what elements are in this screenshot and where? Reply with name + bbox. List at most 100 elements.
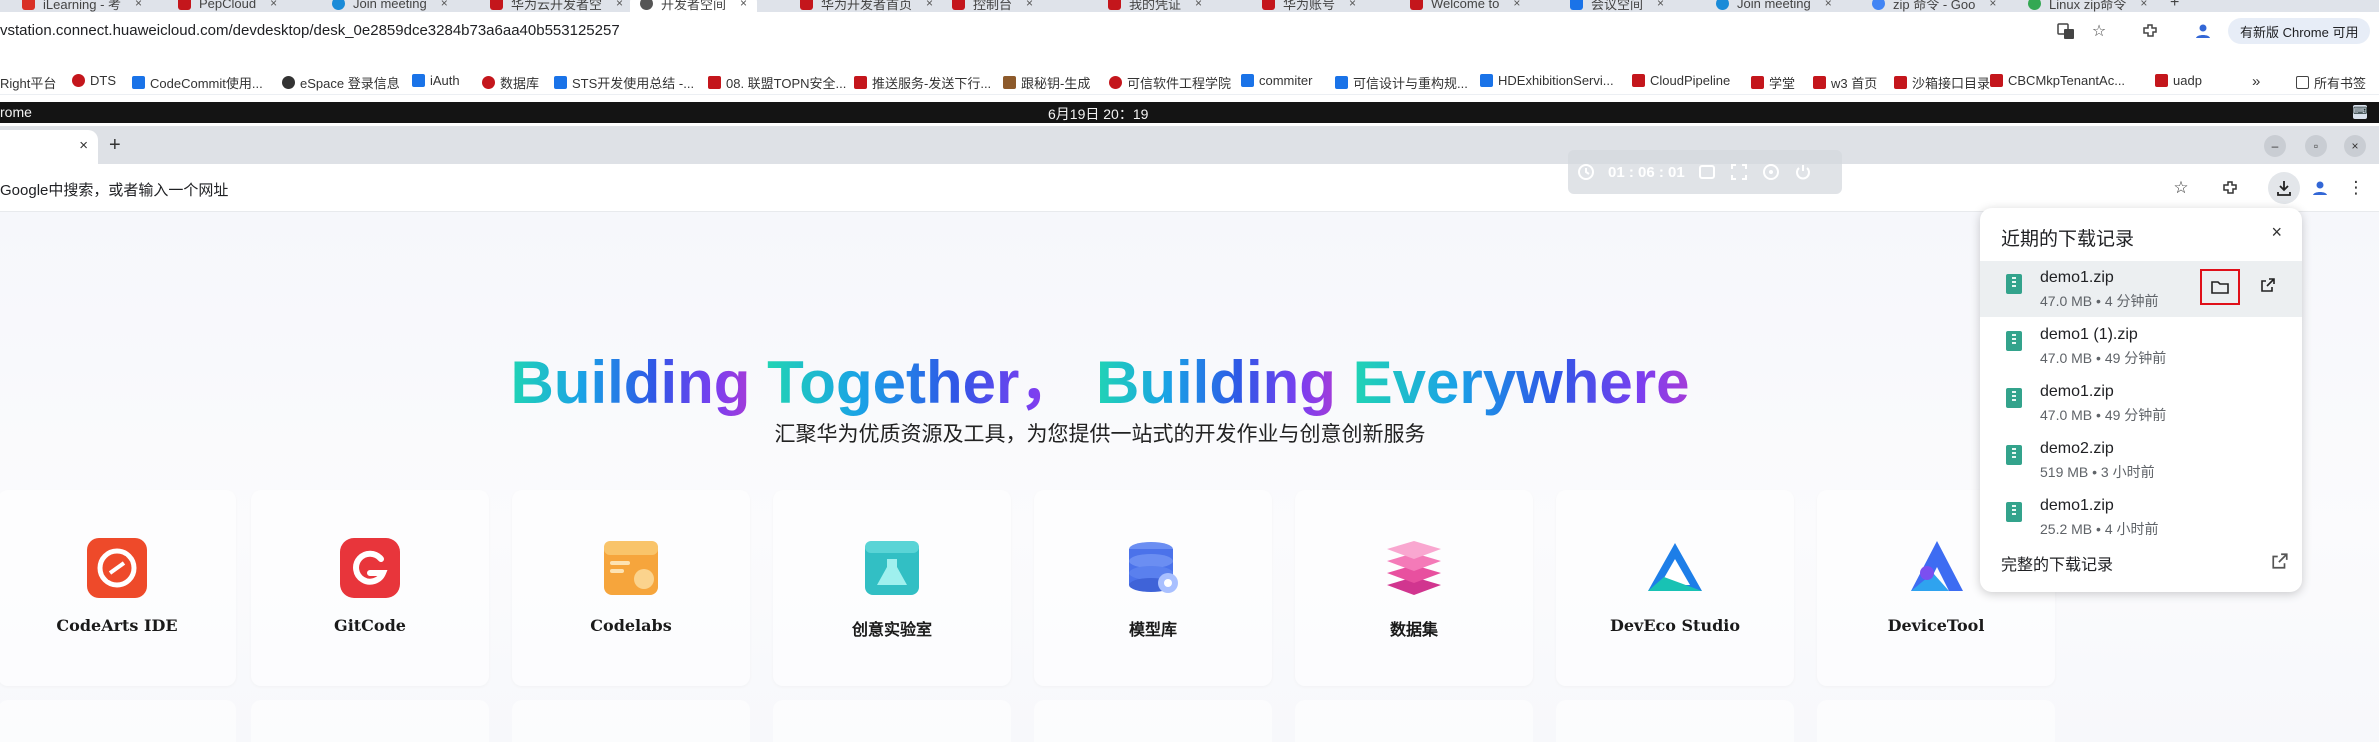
- open-file-button[interactable]: [2257, 274, 2279, 296]
- close-icon[interactable]: ×: [1825, 0, 1832, 10]
- outer-tab-ilearning[interactable]: iLearning - 考 ×: [22, 0, 142, 12]
- bookmark-item[interactable]: CBCMkpTenantAc...: [1990, 73, 2125, 88]
- tool-card-codearts-ide[interactable]: CodeArts IDE: [0, 490, 236, 686]
- tool-card-gitcode[interactable]: GitCode: [251, 490, 489, 686]
- extensions-icon[interactable]: [2140, 21, 2160, 41]
- bookmark-item[interactable]: commiter: [1241, 73, 1312, 88]
- download-item[interactable]: demo1.zip 47.0 MB • 49 分钟前: [1980, 375, 2302, 431]
- outer-tab-console[interactable]: 控制台 ×: [952, 0, 1033, 12]
- bookmark-item[interactable]: HDExhibitionServi...: [1480, 73, 1614, 88]
- show-in-folder-button[interactable]: [2200, 269, 2240, 305]
- bookmark-star-icon[interactable]: ☆: [2089, 21, 2109, 41]
- maximize-button[interactable]: ▫: [2305, 135, 2327, 157]
- full-download-history-link[interactable]: 完整的下载记录: [2001, 551, 2113, 575]
- menu-kebab-icon[interactable]: ⋮: [2345, 177, 2367, 199]
- bookmark-item[interactable]: CloudPipeline: [1632, 73, 1730, 88]
- download-item[interactable]: demo1.zip 25.2 MB • 4 小时前: [1980, 489, 2302, 545]
- close-icon[interactable]: ×: [135, 0, 142, 10]
- bookmark-item[interactable]: 可信设计与重构规...: [1335, 73, 1468, 92]
- download-item[interactable]: demo2.zip 519 MB • 3 小时前: [1980, 432, 2302, 488]
- tool-card-placeholder[interactable]: [512, 700, 750, 742]
- bookmarks-overflow-button[interactable]: »: [2252, 73, 2260, 90]
- close-icon[interactable]: ×: [441, 0, 448, 10]
- outer-tab-join-meeting[interactable]: Join meeting ×: [332, 0, 448, 12]
- power-icon[interactable]: [1793, 162, 1813, 182]
- close-downloads-button[interactable]: ×: [2271, 222, 2282, 243]
- download-item[interactable]: demo1 (1).zip 47.0 MB • 49 分钟前: [1980, 318, 2302, 374]
- bookmark-item[interactable]: 跟秘钥-生成: [1003, 73, 1090, 92]
- bookmark-star-icon[interactable]: ☆: [2170, 177, 2192, 199]
- bookmark-item[interactable]: CodeCommit使用...: [132, 73, 263, 92]
- bookmark-item[interactable]: w3 首页: [1813, 73, 1877, 92]
- omnibox-input[interactable]: Google中搜索，或者输入一个网址: [0, 179, 228, 200]
- outer-tab-meeting-space[interactable]: 会议空间 ×: [1570, 0, 1664, 12]
- close-icon[interactable]: ×: [1989, 0, 1996, 10]
- bookmark-item[interactable]: STS开发使用总结 -...: [554, 73, 694, 92]
- tool-card-deveco-studio[interactable]: DevEco Studio: [1556, 490, 1794, 686]
- new-tab-button[interactable]: +: [109, 134, 121, 157]
- bookmark-item[interactable]: uadp: [2155, 73, 2202, 88]
- bookmark-item[interactable]: 可信软件工程学院: [1109, 73, 1231, 92]
- keyboard-indicator-icon[interactable]: ⌨: [2353, 105, 2367, 119]
- external-link-icon[interactable]: [2271, 552, 2289, 570]
- translate-icon[interactable]: [2056, 21, 2076, 41]
- tool-card-creative-lab[interactable]: 创意实验室: [773, 490, 1011, 686]
- bookmark-item[interactable]: 学堂: [1751, 73, 1795, 92]
- close-icon[interactable]: ×: [1026, 0, 1033, 10]
- close-icon[interactable]: ×: [1349, 0, 1356, 10]
- outer-tab-welcome[interactable]: Welcome to ×: [1410, 0, 1520, 12]
- tool-card-placeholder[interactable]: [0, 700, 236, 742]
- downloads-button[interactable]: [2268, 172, 2300, 204]
- close-window-button[interactable]: ×: [2344, 135, 2366, 157]
- close-icon[interactable]: ×: [1195, 0, 1202, 10]
- close-icon[interactable]: ×: [270, 0, 277, 10]
- tool-card-placeholder[interactable]: [773, 700, 1011, 742]
- outer-tab-credentials[interactable]: 我的凭证 ×: [1108, 0, 1202, 12]
- bookmark-item[interactable]: DTS: [72, 73, 116, 88]
- tool-card-placeholder[interactable]: [251, 700, 489, 742]
- chrome-update-button[interactable]: 有新版 Chrome 可用: [2228, 18, 2371, 44]
- fullscreen-icon[interactable]: [1729, 162, 1749, 182]
- tool-card-codelabs[interactable]: Codelabs: [512, 490, 750, 686]
- close-icon[interactable]: ×: [740, 0, 747, 10]
- screenshot-icon[interactable]: [1697, 162, 1717, 182]
- new-tab-button[interactable]: +: [2170, 0, 2179, 12]
- bookmark-item[interactable]: 沙箱接口目录: [1894, 73, 1990, 92]
- extensions-icon[interactable]: [2219, 177, 2241, 199]
- minimize-button[interactable]: –: [2264, 135, 2286, 157]
- tool-card-placeholder[interactable]: [1295, 700, 1533, 742]
- inner-tab-new-tab[interactable]: ×: [0, 130, 98, 164]
- outer-tab-join-meeting-2[interactable]: Join meeting ×: [1716, 0, 1832, 12]
- close-icon[interactable]: ×: [2140, 0, 2147, 10]
- tool-card-model-library[interactable]: 模型库: [1034, 490, 1272, 686]
- close-icon[interactable]: ×: [926, 0, 933, 10]
- close-icon[interactable]: ×: [1657, 0, 1664, 10]
- tool-card-placeholder[interactable]: [1817, 700, 2055, 742]
- settings-icon[interactable]: [1761, 162, 1781, 182]
- close-icon[interactable]: ×: [79, 137, 88, 154]
- desktop-clock[interactable]: 6月19日 20：19: [1048, 104, 1148, 124]
- bookmark-item[interactable]: 推送服务-发送下行...: [854, 73, 991, 92]
- outer-tab-huawei-dev[interactable]: 华为开发者首页 ×: [800, 0, 933, 12]
- close-icon[interactable]: ×: [616, 0, 623, 10]
- outer-tab-linux-zip[interactable]: Linux zip命令 ×: [2028, 0, 2147, 12]
- profile-icon[interactable]: [2193, 21, 2213, 41]
- bookmark-item[interactable]: eSpace 登录信息: [282, 73, 400, 92]
- outer-tab-dev-space[interactable]: 华为云开发者空 ×: [490, 0, 623, 12]
- outer-url-field[interactable]: vstation.connect.huaweicloud.com/devdesk…: [0, 22, 620, 39]
- outer-tab-zip-google[interactable]: zip 命令 - Goo ×: [1872, 0, 1996, 12]
- outer-tab-developer-space-active[interactable]: 开发者空间 ×: [630, 0, 758, 12]
- all-bookmarks-button[interactable]: 所有书签: [2296, 73, 2366, 92]
- bookmark-item[interactable]: 数据库: [482, 73, 539, 92]
- close-icon[interactable]: ×: [1513, 0, 1520, 10]
- bookmark-item[interactable]: iAuth: [412, 73, 460, 88]
- outer-tab-pepcloud[interactable]: PepCloud ×: [178, 0, 277, 12]
- tool-card-placeholder[interactable]: [1034, 700, 1272, 742]
- tool-card-placeholder[interactable]: [1556, 700, 1794, 742]
- outer-tab-account[interactable]: 华为账号 ×: [1262, 0, 1356, 12]
- download-item[interactable]: demo1.zip 47.0 MB • 4 分钟前: [1980, 261, 2302, 317]
- bookmark-item[interactable]: Right平台: [0, 73, 56, 92]
- tool-card-dataset[interactable]: 数据集: [1295, 490, 1533, 686]
- profile-icon[interactable]: [2309, 177, 2331, 199]
- bookmark-item[interactable]: 08. 联盟TOPN安全...: [708, 73, 846, 92]
